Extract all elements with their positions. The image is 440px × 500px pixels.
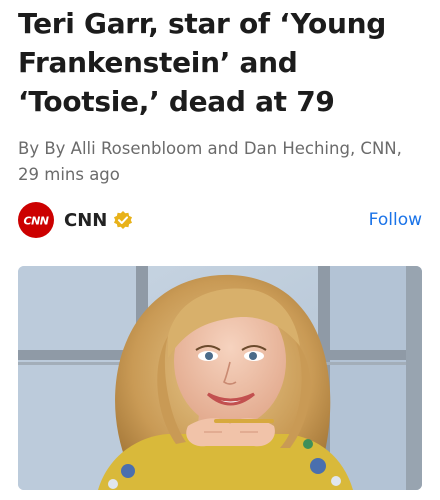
verified-badge-icon [113,210,133,230]
article-headline[interactable]: Teri Garr, star of ‘Young Frankenstein’ … [18,4,428,121]
source-name[interactable]: CNN [64,210,107,231]
article-hero-image[interactable] [18,266,422,490]
cnn-logo[interactable]: CNN [18,202,54,238]
cnn-logo-text: CNN [24,215,49,228]
follow-button[interactable]: Follow [369,210,422,230]
source-row: CNN CNN Follow [18,200,422,240]
article-byline: By By Alli Rosenbloom and Dan Heching, C… [18,139,402,184]
